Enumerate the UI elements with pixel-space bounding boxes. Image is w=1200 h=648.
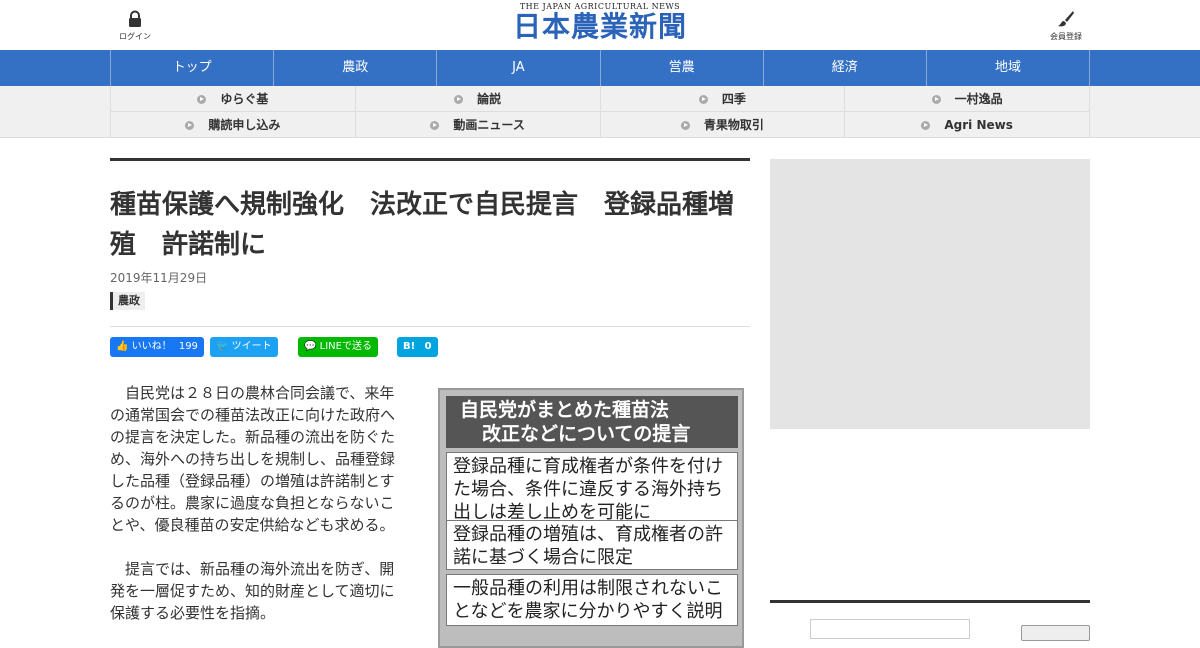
figure-heading-line2: 改正などについての提言: [482, 423, 691, 445]
nav-nousei[interactable]: 農政: [274, 50, 438, 86]
site-logo[interactable]: THE JAPAN AGRICULTURAL NEWS 日本農業新聞: [505, 2, 695, 48]
article-figure[interactable]: 自民党がまとめた種苗法 改正などについての提言 登録品種に育成権者が条件を付けた…: [438, 388, 744, 648]
hatena-bookmark-button[interactable]: B! 0: [397, 337, 438, 357]
fb-like-count: 199: [178, 341, 198, 352]
subnav-item[interactable]: 一村逸品: [845, 86, 1090, 112]
figure-box: 登録品種に育成権者が条件を付けた場合、条件に違反する海外持ち出しは差し止めを可能…: [446, 452, 738, 524]
subnav-label: ゆらぐ基: [220, 92, 269, 106]
login-label: ログイン: [119, 32, 151, 41]
article-title: 種苗保護へ規制強化 法改正で自民提言 登録品種増殖 許諾制に: [110, 190, 735, 260]
tweet-button[interactable]: 🐦 ツイート: [210, 337, 278, 357]
hatena-count: 0: [424, 341, 432, 352]
tweet-label: ツイート: [231, 341, 272, 352]
figure-heading: 自民党がまとめた種苗法 改正などについての提言: [446, 396, 738, 448]
subnav-item[interactable]: 青果物取引: [600, 112, 846, 138]
nav-einou[interactable]: 営農: [601, 50, 764, 86]
figure-box: 一般品種の利用は制限されないことなどを農家に分かりやすく説明: [446, 574, 738, 626]
subnav-item[interactable]: 購読申し込み: [111, 112, 356, 138]
line-label: LINEで送る: [319, 341, 372, 352]
global-nav: トップ 農政 JA 営農 経済 地域: [0, 50, 1200, 86]
subnav-item[interactable]: 四季: [600, 86, 846, 112]
lock-icon: [129, 10, 141, 27]
fb-like-label: いいね！: [131, 341, 172, 352]
sidebar-search-input[interactable]: [810, 619, 970, 639]
member-register-button[interactable]: 会員登録: [1042, 10, 1090, 42]
subnav-item[interactable]: 論説: [355, 86, 601, 112]
facebook-like-button[interactable]: 👍 いいね！ 199: [110, 337, 204, 357]
subnav-label: 購読申し込み: [208, 118, 281, 132]
hatena-label: B!: [403, 341, 416, 352]
arrow-circle-icon: [197, 95, 207, 104]
article-body: 自民党は２８日の農林合同会議で、来年の通常国会での種苗法改正に向けた政府への提言…: [110, 382, 400, 646]
article-top-rule: [110, 158, 750, 161]
nav-chiiki[interactable]: 地域: [927, 50, 1091, 86]
subnav-label: 論説: [477, 92, 502, 106]
member-label: 会員登録: [1050, 32, 1082, 41]
brush-icon: [1058, 11, 1074, 27]
arrow-circle-icon: [430, 121, 440, 130]
divider: [110, 326, 750, 327]
article: 種苗保護へ規制強化 法改正で自民提言 登録品種増殖 許諾制に 2019年11月2…: [110, 158, 750, 648]
nav-keizai[interactable]: 経済: [764, 50, 927, 86]
subnav-label: 一村逸品: [954, 92, 1003, 106]
line-share-button[interactable]: 💬 LINEで送る: [298, 337, 378, 357]
nav-ja[interactable]: JA: [437, 50, 601, 86]
share-bar: 👍 いいね！ 199 🐦 ツイート 💬 LINEで送る B! 0: [110, 337, 750, 357]
sidebar-ad-placeholder: [770, 159, 1090, 429]
subnav-item[interactable]: ゆらぐ基: [111, 86, 356, 112]
site-header: ログイン THE JAPAN AGRICULTURAL NEWS 日本農業新聞 …: [0, 0, 1200, 50]
thumbs-up-icon: 👍: [116, 341, 129, 352]
figure-heading-line1: 自民党がまとめた種苗法: [460, 399, 670, 421]
arrow-circle-icon: [921, 121, 931, 130]
paragraph: 提言では、新品種の海外流出を防ぎ、開発を一層促すため、知的財産として適切に保護す…: [110, 560, 395, 622]
subnav-label: 動画ニュース: [453, 118, 525, 132]
subnav-item[interactable]: Agri News: [845, 112, 1090, 138]
article-date: 2019年11月29日: [110, 271, 208, 285]
line-icon: 💬: [304, 341, 317, 352]
arrow-circle-icon: [185, 121, 195, 130]
logo-japanese: 日本農業新聞: [512, 10, 687, 43]
subnav-label: Agri News: [944, 118, 1013, 132]
subnav-label: 青果物取引: [703, 118, 764, 132]
sidebar-search-button[interactable]: [1021, 625, 1090, 641]
sidebar-rule: [770, 600, 1090, 603]
paragraph: 自民党は２８日の農林合同会議で、来年の通常国会での種苗法改正に向けた政府への提言…: [110, 384, 396, 534]
subnav-label: 四季: [721, 92, 746, 106]
nav-top[interactable]: トップ: [111, 50, 275, 86]
arrow-circle-icon: [454, 95, 464, 104]
subnav-item[interactable]: 動画ニュース: [355, 112, 601, 138]
login-button[interactable]: ログイン: [112, 10, 158, 42]
figure-box: 登録品種の増殖は、育成権者の許諾に基づく場合に限定: [446, 520, 738, 570]
category-tag[interactable]: 農政: [110, 292, 145, 310]
arrow-circle-icon: [698, 95, 708, 104]
twitter-bird-icon: 🐦: [216, 341, 229, 352]
arrow-circle-icon: [680, 121, 690, 130]
arrow-circle-icon: [931, 95, 941, 104]
sub-nav: ゆらぐ基 論説 四季 一村逸品 購読申し込み 動画ニュース 青果物取引 Agri…: [0, 86, 1200, 138]
